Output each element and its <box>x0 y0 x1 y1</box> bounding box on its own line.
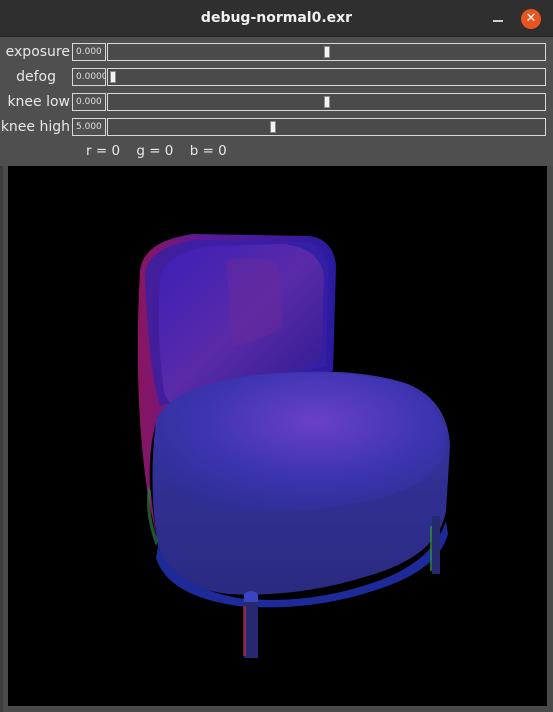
window-title: debug-normal0.exr <box>200 10 353 26</box>
pixel-readout: r = 0 g = 0 b = 0 <box>86 143 239 159</box>
exposure-slider[interactable] <box>107 43 546 61</box>
knee-high-slider[interactable] <box>107 118 546 136</box>
exposure-value-field[interactable]: 0.000 <box>72 43 106 61</box>
close-icon[interactable]: ✕ <box>521 9 541 29</box>
knee-low-slider-thumb[interactable] <box>323 96 330 108</box>
minimize-icon[interactable] <box>491 11 505 25</box>
green-readout: g = 0 <box>136 143 174 159</box>
exposure-row: exposure 0.000 <box>0 41 553 63</box>
chair-normal-map-image <box>8 166 547 706</box>
defog-slider[interactable] <box>107 68 546 86</box>
image-viewport[interactable] <box>8 166 547 706</box>
defog-slider-thumb[interactable] <box>110 71 116 83</box>
exposure-label: exposure <box>5 44 70 60</box>
knee-high-row: knee high 5.000 <box>0 116 553 138</box>
knee-low-slider[interactable] <box>107 93 546 111</box>
red-readout: r = 0 <box>86 143 121 159</box>
exposure-slider-thumb[interactable] <box>323 46 330 58</box>
blue-readout: b = 0 <box>189 143 227 159</box>
knee-high-label: knee high <box>0 119 70 135</box>
knee-low-label: knee low <box>7 94 70 110</box>
knee-low-value-field[interactable]: 0.000 <box>72 93 106 111</box>
defog-label: defog <box>16 69 56 85</box>
knee-low-row: knee low 0.000 <box>0 91 553 113</box>
defog-row: defog 0.0000 <box>0 66 553 88</box>
title-bar: debug-normal0.exr ✕ <box>0 0 553 37</box>
defog-value-field[interactable]: 0.0000 <box>72 68 106 86</box>
control-panel: exposure 0.000 defog 0.0000 knee low 0.0… <box>0 37 553 166</box>
knee-high-value-field[interactable]: 5.000 <box>72 118 106 136</box>
knee-high-slider-thumb[interactable] <box>270 121 277 133</box>
